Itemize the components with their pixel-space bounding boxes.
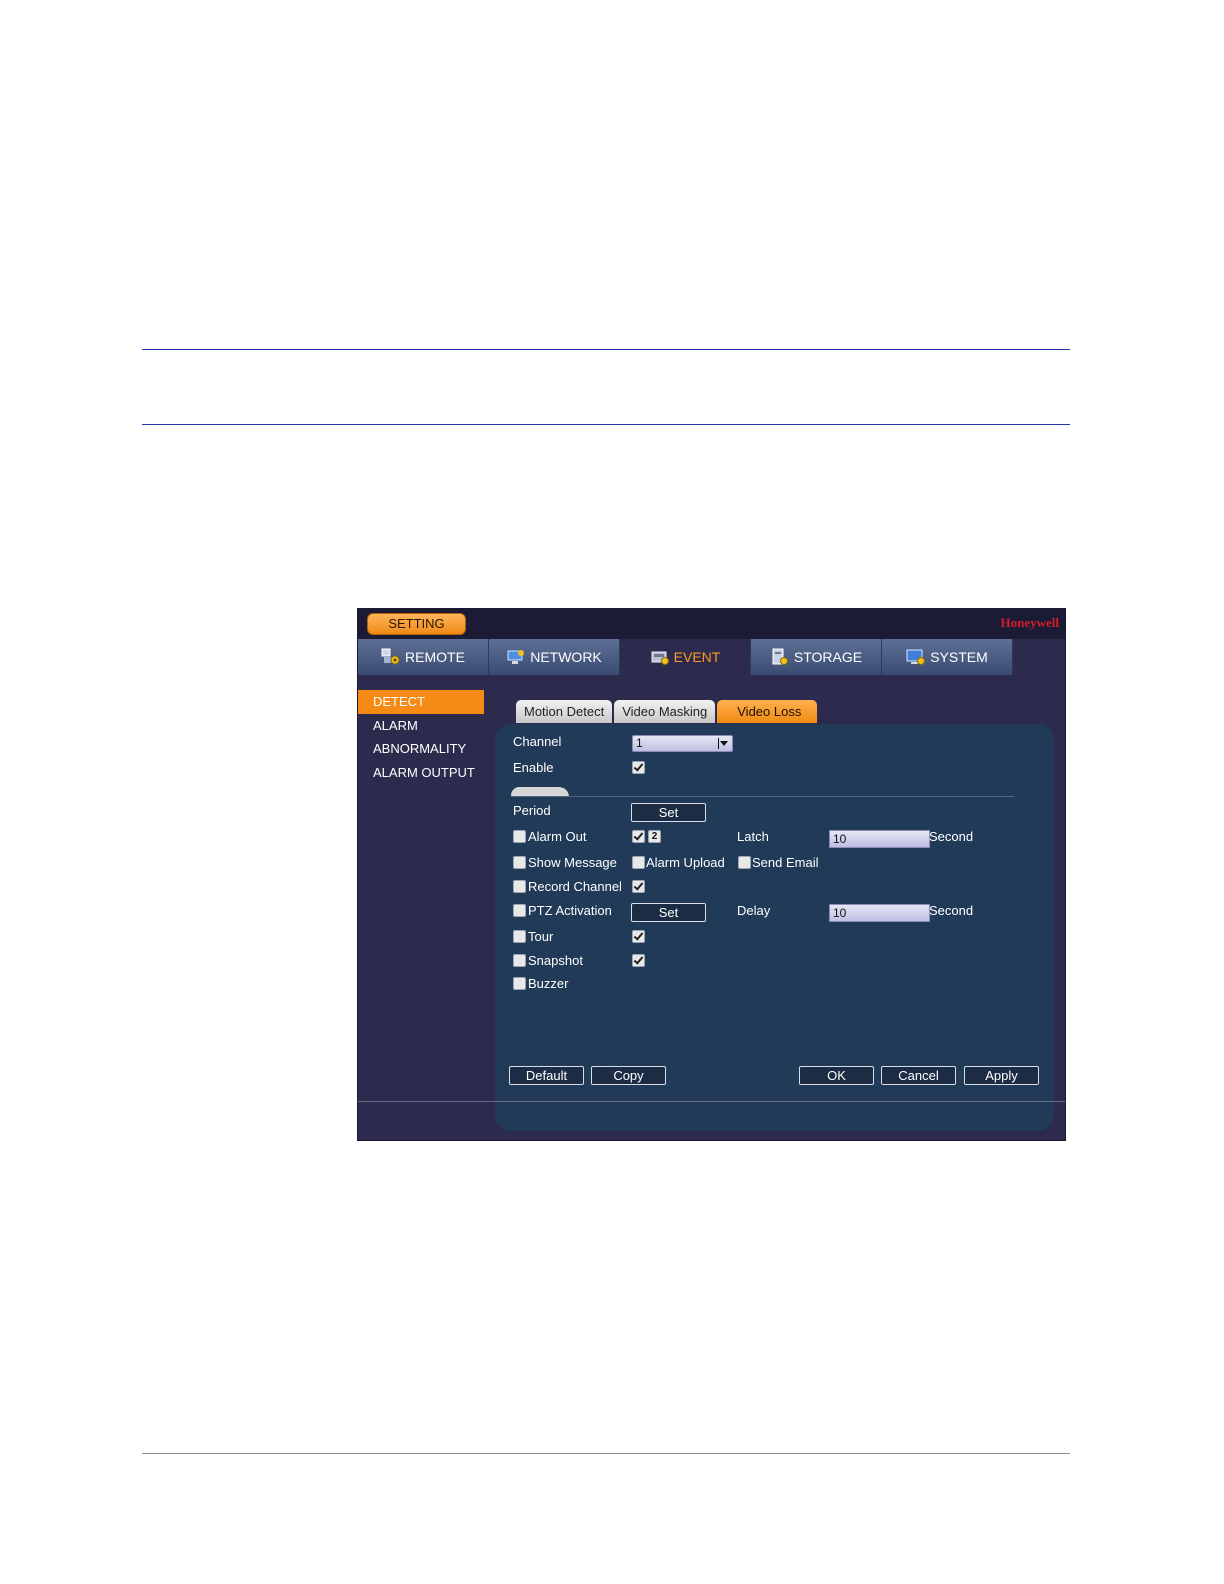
tab-event-label: EVENT (673, 649, 721, 665)
system-icon (906, 649, 926, 665)
tour-channel-1-checkbox[interactable] (632, 930, 645, 943)
period-label: Period (513, 803, 551, 818)
channel-select[interactable]: 1 (632, 735, 733, 752)
header-rule-bottom (142, 424, 1070, 425)
apply-button[interactable]: Apply (964, 1066, 1039, 1085)
subtab-video-loss[interactable]: Video Loss (717, 700, 818, 723)
alarm-out-label: Alarm Out (528, 829, 587, 844)
ptz-set-button[interactable]: Set (631, 903, 706, 922)
delay-label: Delay (737, 903, 771, 918)
tab-event[interactable]: EVENT (620, 639, 751, 675)
tour-label: Tour (528, 929, 554, 944)
event-icon (651, 651, 669, 665)
select-separator (718, 738, 719, 749)
tour-checkbox[interactable] (513, 930, 526, 943)
tab-system[interactable]: SYSTEM (882, 639, 1013, 675)
snapshot-checkbox[interactable] (513, 954, 526, 967)
tab-remote[interactable]: REMOTE (358, 639, 489, 675)
alarm-out-channel-2-checkbox[interactable]: 2 (648, 830, 661, 843)
alarm-out-channel-1-checkbox[interactable] (632, 830, 645, 843)
status-divider (358, 1101, 1065, 1102)
alarm-upload-label: Alarm Upload (646, 855, 725, 870)
video-loss-panel: Channel 1 Enable Period Set Alarm Out 2 … (495, 724, 1054, 1131)
tab-network[interactable]: NETWORK (489, 639, 620, 675)
menu-item-abnormality[interactable]: ABNORMALITY (358, 737, 484, 761)
top-navigation: REMOTE NETWORK EVENT STORAGE SYSTEM (358, 639, 1014, 675)
show-message-checkbox[interactable] (513, 856, 526, 869)
storage-icon (772, 648, 788, 665)
ptz-activation-checkbox[interactable] (513, 904, 526, 917)
menu-item-alarm-output[interactable]: ALARM OUTPUT (358, 761, 484, 785)
brand-logo: Honeywell (1000, 615, 1060, 630)
tab-storage[interactable]: STORAGE (751, 639, 882, 675)
latch-unit-label: Second (929, 829, 974, 844)
send-email-label: Send Email (752, 855, 819, 870)
tab-network-label: NETWORK (530, 649, 602, 665)
tab-remote-label: REMOTE (405, 649, 465, 665)
header-rule-top (142, 349, 1070, 350)
default-button[interactable]: Default (509, 1066, 584, 1085)
latch-input[interactable]: 10 (829, 830, 930, 848)
ok-button[interactable]: OK (799, 1066, 874, 1085)
remote-gear-icon (381, 648, 400, 665)
period-set-button[interactable]: Set (631, 803, 706, 822)
record-channel-label: Record Channel (528, 879, 622, 894)
enable-checkbox[interactable] (632, 761, 645, 774)
send-email-checkbox[interactable] (738, 856, 751, 869)
latch-label: Latch (737, 829, 769, 844)
cancel-button[interactable]: Cancel (881, 1066, 956, 1085)
alarm-upload-checkbox[interactable] (632, 856, 645, 869)
record-channel-checkbox[interactable] (513, 880, 526, 893)
copy-button[interactable]: Copy (591, 1066, 666, 1085)
detect-subtabs: Motion Detect Video Masking Video Loss (516, 700, 819, 723)
dvr-settings-window: SETTING Honeywell REMOTE NETWORK EVENT S… (357, 608, 1066, 1141)
left-menu: DETECT ALARM ABNORMALITY ALARM OUTPUT (358, 690, 484, 784)
setting-button[interactable]: SETTING (367, 613, 466, 635)
snapshot-channel-1-checkbox[interactable] (632, 954, 645, 967)
buzzer-label: Buzzer (528, 976, 569, 991)
menu-item-alarm[interactable]: ALARM (358, 714, 484, 738)
delay-input[interactable]: 10 (829, 904, 930, 922)
ptz-activation-label: PTZ Activation (528, 903, 612, 918)
delay-unit-label: Second (929, 903, 974, 918)
tab-storage-label: STORAGE (793, 649, 863, 665)
title-bar: SETTING Honeywell (358, 609, 1065, 639)
subtab-video-masking[interactable]: Video Masking (614, 700, 716, 723)
footer-rule (142, 1453, 1070, 1454)
section-divider (511, 796, 1014, 797)
channel-value: 1 (636, 736, 643, 750)
tab-system-label: SYSTEM (930, 649, 988, 665)
record-channel-1-checkbox[interactable] (632, 880, 645, 893)
buzzer-checkbox[interactable] (513, 977, 526, 990)
enable-label: Enable (513, 760, 554, 775)
menu-item-detect[interactable]: DETECT (358, 690, 484, 714)
channel-label: Channel (513, 734, 562, 749)
chevron-down-icon (720, 741, 728, 746)
alarm-out-checkbox[interactable] (513, 830, 526, 843)
network-icon (507, 650, 525, 664)
snapshot-label: Snapshot (528, 953, 583, 968)
show-message-label: Show Message (528, 855, 617, 870)
subtab-motion-detect[interactable]: Motion Detect (516, 700, 613, 723)
